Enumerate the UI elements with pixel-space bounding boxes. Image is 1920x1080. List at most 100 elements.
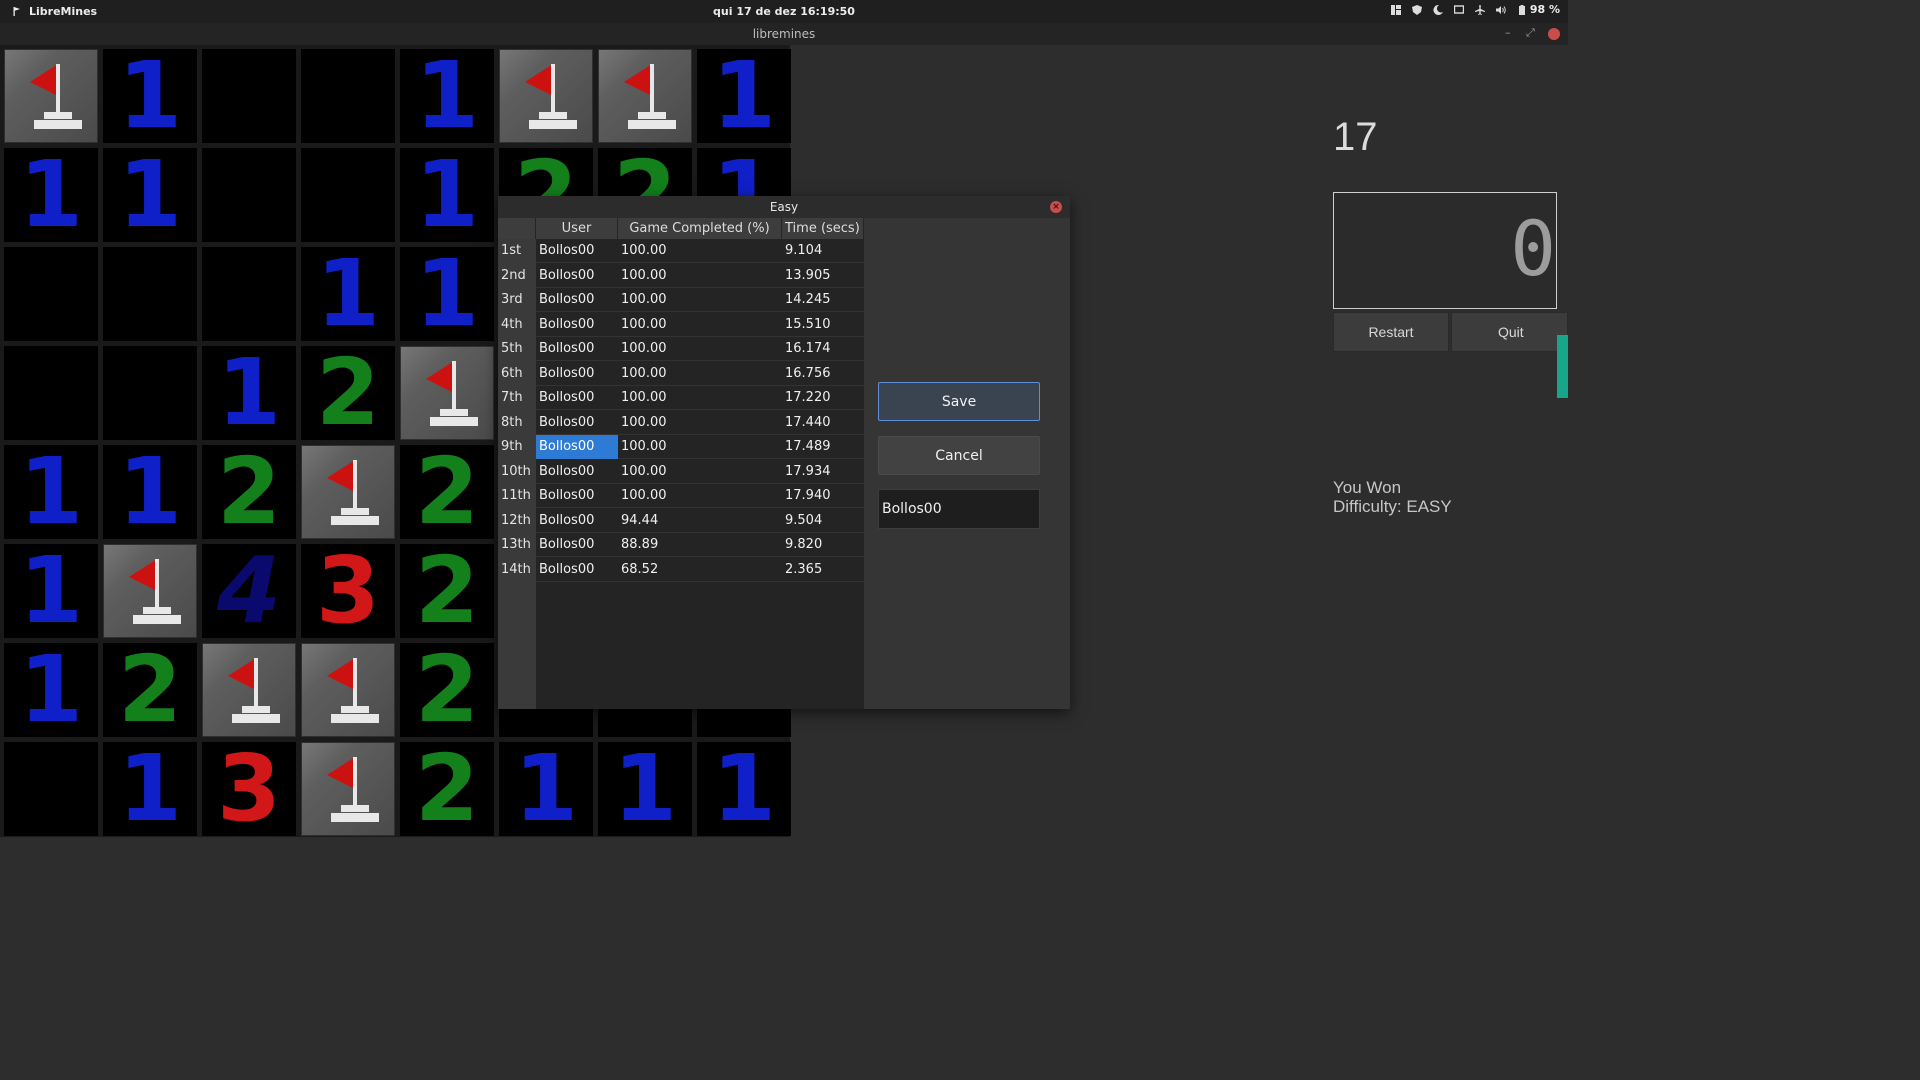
maximize-icon[interactable]: ⤢ xyxy=(1526,26,1535,40)
number-cell[interactable]: 1 xyxy=(697,49,791,143)
table-row[interactable]: 8th Bollos00 100.00 17.440 xyxy=(498,410,864,435)
number-cell[interactable]: 1 xyxy=(697,742,791,836)
cell-completed[interactable]: 94.44 xyxy=(618,509,782,533)
cell-time[interactable]: 17.489 xyxy=(782,435,864,459)
table-row[interactable]: 1st Bollos00 100.00 9.104 xyxy=(498,239,864,263)
flagged-cell[interactable] xyxy=(103,544,197,638)
table-row[interactable]: 9th Bollos00 100.00 17.489 xyxy=(498,435,864,459)
cell-time[interactable]: 16.756 xyxy=(782,362,864,386)
cell-user[interactable]: Bollos00 xyxy=(536,484,618,508)
flagged-cell[interactable] xyxy=(499,49,593,143)
table-row[interactable]: 10th Bollos00 100.00 17.934 xyxy=(498,459,864,484)
table-row[interactable]: 14th Bollos00 68.52 2.365 xyxy=(498,557,864,582)
number-cell[interactable]: 1 xyxy=(103,742,197,836)
table-row[interactable]: 7th Bollos00 100.00 17.220 xyxy=(498,386,864,410)
empty-cell[interactable] xyxy=(103,247,197,341)
header-user[interactable]: User xyxy=(536,218,618,239)
number-cell[interactable]: 1 xyxy=(4,544,98,638)
cell-time[interactable]: 17.934 xyxy=(782,460,864,484)
cell-user[interactable]: Bollos00 xyxy=(536,337,618,361)
cell-completed[interactable]: 100.00 xyxy=(618,484,782,508)
number-cell[interactable]: 1 xyxy=(4,445,98,539)
clock[interactable]: qui 17 de dez 16:19:50 xyxy=(0,5,1568,18)
number-cell[interactable]: 2 xyxy=(202,445,296,539)
cell-completed[interactable]: 88.89 xyxy=(618,533,782,557)
number-cell[interactable]: 1 xyxy=(301,247,395,341)
cell-user[interactable]: Bollos00 xyxy=(536,386,618,410)
cell-user[interactable]: Bollos00 xyxy=(536,509,618,533)
cell-completed[interactable]: 100.00 xyxy=(618,239,782,263)
table-row[interactable]: 3rd Bollos00 100.00 14.245 xyxy=(498,288,864,312)
number-cell[interactable]: 1 xyxy=(400,247,494,341)
table-row[interactable]: 13th Bollos00 88.89 9.820 xyxy=(498,533,864,557)
number-cell[interactable]: 2 xyxy=(400,544,494,638)
cell-user[interactable]: Bollos00 xyxy=(536,435,618,459)
empty-cell[interactable] xyxy=(4,346,98,440)
table-row[interactable]: 11th Bollos00 100.00 17.940 xyxy=(498,484,864,508)
cell-time[interactable]: 2.365 xyxy=(782,558,864,582)
cell-user[interactable]: Bollos00 xyxy=(536,460,618,484)
number-cell[interactable]: 1 xyxy=(598,742,692,836)
cell-completed[interactable]: 100.00 xyxy=(618,460,782,484)
cell-user[interactable]: Bollos00 xyxy=(536,362,618,386)
number-cell[interactable]: 1 xyxy=(4,148,98,242)
close-window-icon[interactable] xyxy=(1548,28,1560,40)
cell-user[interactable]: Bollos00 xyxy=(536,288,618,312)
number-cell[interactable]: 3 xyxy=(301,544,395,638)
flagged-cell[interactable] xyxy=(4,49,98,143)
window-titlebar[interactable]: libremines – ⤢ xyxy=(0,23,1568,45)
number-cell[interactable]: 1 xyxy=(103,445,197,539)
table-row[interactable]: 5th Bollos00 100.00 16.174 xyxy=(498,337,864,361)
cell-completed[interactable]: 100.00 xyxy=(618,411,782,435)
cell-completed[interactable]: 100.00 xyxy=(618,313,782,337)
empty-cell[interactable] xyxy=(4,742,98,836)
cell-time[interactable]: 9.104 xyxy=(782,239,864,263)
flagged-cell[interactable] xyxy=(301,742,395,836)
cell-time[interactable]: 17.440 xyxy=(782,411,864,435)
cell-completed[interactable]: 100.00 xyxy=(618,386,782,410)
number-cell[interactable]: 1 xyxy=(202,346,296,440)
number-cell[interactable]: 1 xyxy=(103,49,197,143)
restart-button[interactable]: Restart xyxy=(1333,312,1449,352)
number-cell[interactable]: 2 xyxy=(400,643,494,737)
cell-time[interactable]: 13.905 xyxy=(782,264,864,288)
flagged-cell[interactable] xyxy=(598,49,692,143)
highscore-table[interactable]: User Game Completed (%) Time (secs) 1st B… xyxy=(498,218,864,709)
number-cell[interactable]: 1 xyxy=(400,148,494,242)
cell-completed[interactable]: 100.00 xyxy=(618,264,782,288)
empty-cell[interactable] xyxy=(202,148,296,242)
empty-cell[interactable] xyxy=(4,247,98,341)
cell-completed[interactable]: 100.00 xyxy=(618,337,782,361)
cell-user[interactable]: Bollos00 xyxy=(536,313,618,337)
header-time[interactable]: Time (secs) xyxy=(782,218,864,239)
number-cell[interactable]: 4 xyxy=(202,544,296,638)
table-row[interactable]: 2nd Bollos00 100.00 13.905 xyxy=(498,263,864,288)
cell-time[interactable]: 14.245 xyxy=(782,288,864,312)
number-cell[interactable]: 2 xyxy=(301,346,395,440)
number-cell[interactable]: 1 xyxy=(400,49,494,143)
system-tray[interactable]: 98 % xyxy=(1390,3,1560,16)
table-row[interactable]: 4th Bollos00 100.00 15.510 xyxy=(498,312,864,337)
window-edge-handle[interactable] xyxy=(1557,335,1568,398)
cell-completed[interactable]: 100.00 xyxy=(618,435,782,459)
flagged-cell[interactable] xyxy=(301,643,395,737)
minimize-icon[interactable]: – xyxy=(1505,26,1511,39)
flagged-cell[interactable] xyxy=(202,643,296,737)
save-button[interactable]: Save xyxy=(878,382,1040,421)
cell-time[interactable]: 15.510 xyxy=(782,313,864,337)
app-menu[interactable]: LibreMines xyxy=(12,5,97,18)
empty-cell[interactable] xyxy=(202,247,296,341)
quit-button[interactable]: Quit xyxy=(1451,312,1568,352)
cell-user[interactable]: Bollos00 xyxy=(536,264,618,288)
dialog-close-icon[interactable]: × xyxy=(1050,201,1062,213)
header-completed[interactable]: Game Completed (%) xyxy=(618,218,782,239)
cell-user[interactable]: Bollos00 xyxy=(536,533,618,557)
empty-cell[interactable] xyxy=(202,49,296,143)
number-cell[interactable]: 1 xyxy=(103,148,197,242)
number-cell[interactable]: 1 xyxy=(499,742,593,836)
cancel-button[interactable]: Cancel xyxy=(878,436,1040,475)
cell-completed[interactable]: 100.00 xyxy=(618,362,782,386)
cell-user[interactable]: Bollos00 xyxy=(536,411,618,435)
cell-completed[interactable]: 68.52 xyxy=(618,558,782,582)
number-cell[interactable]: 1 xyxy=(4,643,98,737)
